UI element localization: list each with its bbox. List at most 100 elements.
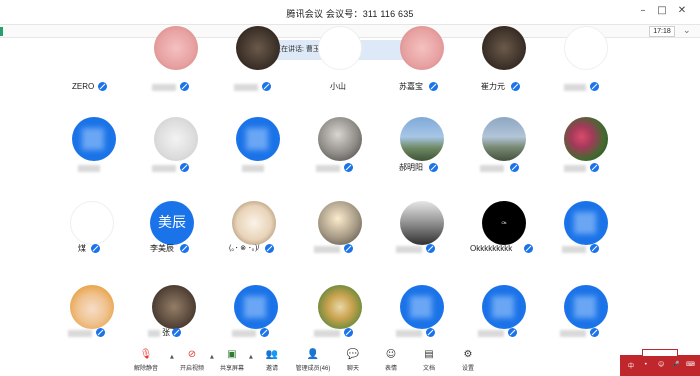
- blurred-name: [396, 246, 422, 253]
- participant-tile[interactable]: 煤: [62, 201, 122, 281]
- avatar: [318, 285, 362, 329]
- unmute-button[interactable]: 🎙 解除静音: [126, 346, 166, 376]
- close-icon[interactable]: ✕: [676, 5, 688, 17]
- keyboard-icon[interactable]: ⌨: [686, 361, 695, 368]
- ime-lang[interactable]: 中: [628, 361, 634, 370]
- participant-name: Okkkkkkkkk: [470, 244, 513, 253]
- participant-tile[interactable]: 苏嘉宝: [392, 26, 452, 116]
- participant-tile[interactable]: (｡･ ⊗ ･｡)/: [224, 201, 284, 281]
- participant-tile[interactable]: [556, 201, 616, 281]
- settings-button[interactable]: ⚙ 设置: [448, 346, 488, 376]
- blurred-name: [560, 330, 586, 337]
- participant-tile[interactable]: ZERO: [64, 36, 124, 116]
- mic-muted-icon: [180, 82, 189, 91]
- mic-muted-icon: [508, 328, 517, 337]
- window-title: 腾讯会议 会议号：311 116 635: [286, 9, 414, 19]
- smile-icon[interactable]: ☺: [658, 361, 664, 368]
- avatar: [236, 117, 280, 161]
- mic-muted-icon: [260, 328, 269, 337]
- participant-tile[interactable]: Ok Okkkkkkkkk: [470, 201, 534, 281]
- participant-tile[interactable]: 小山: [310, 26, 370, 116]
- avatar: [482, 285, 526, 329]
- blurred-name: [564, 165, 586, 172]
- participant-tile[interactable]: [146, 117, 206, 197]
- avatar: [152, 285, 196, 329]
- mic-muted-icon: [265, 244, 274, 253]
- avatar: [564, 117, 608, 161]
- blurred-name: [152, 84, 176, 91]
- blurred-name: [78, 165, 100, 172]
- participant-tile[interactable]: [556, 26, 616, 116]
- avatar: [232, 201, 276, 245]
- camera-off-icon: ⊘: [187, 349, 197, 360]
- avatar: [318, 117, 362, 161]
- blurred-name: [314, 246, 340, 253]
- mic-muted-icon: [590, 244, 599, 253]
- maximize-icon[interactable]: □: [656, 5, 668, 17]
- participant-tile[interactable]: 崔力元: [474, 26, 534, 116]
- participant-name: 煤: [78, 244, 86, 253]
- avatar: [70, 201, 114, 245]
- participant-tile[interactable]: [146, 26, 206, 116]
- mic-muted-icon: [590, 82, 599, 91]
- participant-tile[interactable]: [474, 117, 534, 197]
- members-icon: 👤: [306, 349, 320, 360]
- meeting-clock: 17:18: [649, 26, 675, 37]
- blurred-name: [234, 84, 258, 91]
- mic-muted-icon: [426, 244, 435, 253]
- mic-muted-icon: [524, 244, 533, 253]
- mic-off-icon: 🎙: [139, 349, 153, 360]
- mic-muted-icon: [344, 163, 353, 172]
- mic-muted-icon: [426, 328, 435, 337]
- mic-muted-icon: [180, 244, 189, 253]
- participant-name: 郝明阳: [399, 163, 423, 172]
- chat-icon: 💬: [346, 349, 360, 360]
- blurred-name: [68, 330, 92, 337]
- participant-tile[interactable]: [556, 117, 616, 197]
- participant-tile[interactable]: [392, 201, 452, 281]
- blurred-name: [314, 330, 340, 337]
- avatar: [482, 26, 526, 70]
- avatar: [234, 285, 278, 329]
- participant-name: 张: [162, 328, 170, 337]
- participant-tile[interactable]: [310, 201, 370, 281]
- ime-toolbar[interactable]: 中 • ☺ 🎤 ⌨: [620, 349, 700, 376]
- avatar: [72, 117, 116, 161]
- mic-muted-icon: [98, 82, 107, 91]
- blurred-name: [396, 330, 422, 337]
- ime-punct[interactable]: •: [644, 361, 648, 368]
- avatar: [154, 117, 198, 161]
- mic-muted-icon: [429, 82, 438, 91]
- avatar: [236, 26, 280, 70]
- participant-tile[interactable]: [310, 117, 370, 197]
- avatar: 美辰: [150, 201, 194, 245]
- mic-muted-icon: [511, 82, 520, 91]
- mic-muted-icon: [510, 163, 519, 172]
- mic-icon[interactable]: 🎤: [672, 361, 679, 368]
- blurred-name: [232, 330, 256, 337]
- mic-muted-icon: [344, 328, 353, 337]
- chevron-down-icon[interactable]: ⌄: [683, 25, 691, 36]
- participant-tile[interactable]: [64, 117, 124, 197]
- mic-muted-icon: [262, 82, 271, 91]
- network-indicator-icon: [0, 27, 3, 36]
- mic-muted-icon: [91, 244, 100, 253]
- mic-muted-icon: [180, 163, 189, 172]
- mic-muted-icon: [172, 328, 181, 337]
- mic-muted-icon: [590, 163, 599, 172]
- participant-tile[interactable]: [228, 117, 288, 197]
- settings-label: 设置: [461, 366, 474, 372]
- avatar: [564, 26, 608, 70]
- blurred-name: [148, 330, 160, 337]
- participant-name: 李美辰: [150, 244, 174, 253]
- participant-tile[interactable]: 美辰 李美辰: [142, 201, 202, 281]
- participant-name: ZERO: [72, 82, 95, 91]
- meeting-toolbar: 🎙 解除静音 ▲ ⊘ 开启视频 ▲ ▣ 共享屏幕 ▲ 👥 邀请 👤 管理成员(4…: [0, 346, 700, 376]
- avatar: [318, 201, 362, 245]
- participant-tile[interactable]: [228, 26, 288, 116]
- participant-name: 崔力元: [481, 82, 505, 91]
- minimize-icon[interactable]: –: [637, 5, 649, 17]
- participant-tile[interactable]: 郝明阳: [392, 117, 452, 197]
- avatar: [318, 26, 362, 70]
- invite-button[interactable]: 👥 邀请: [252, 346, 292, 376]
